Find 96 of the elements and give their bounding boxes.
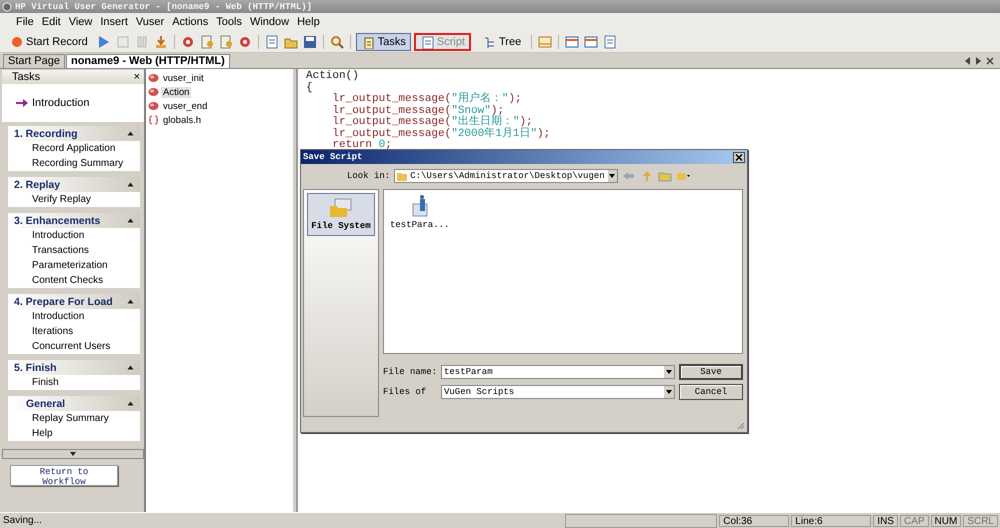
code-line: lr_output_message("2000年1月1日"); (331, 128, 552, 140)
places-item[interactable]: File System (307, 193, 375, 236)
window-title: HP Virtual User Generator - [noname9 - Web (HTTP/HTML)] (15, 2, 312, 12)
folder-monitor-icon (329, 198, 353, 218)
script-tree-item[interactable]: vuser_end (161, 100, 210, 112)
close-button-icon[interactable] (733, 152, 745, 162)
task-link[interactable]: Transactions (8, 243, 140, 258)
menu-item[interactable]: Insert (96, 16, 132, 28)
code-line: { (306, 82, 314, 94)
file-name-field[interactable]: testParam (441, 365, 675, 379)
new-script-icon[interactable] (264, 34, 280, 50)
collapse-icon[interactable] (127, 299, 134, 304)
dropdown-arrow-icon (609, 174, 616, 178)
menu-item[interactable]: Vuser (132, 16, 168, 28)
task-link[interactable]: Concurrent Users (8, 339, 140, 354)
braces-icon (148, 115, 159, 125)
scroll-right-icon[interactable] (975, 56, 982, 64)
window-icon[interactable] (564, 34, 580, 50)
code-line: lr_output_message("用户名："); (331, 94, 523, 105)
line-indicator: Line:6 (791, 514, 872, 526)
key-indicator: CAP (900, 514, 929, 526)
task-link[interactable]: Recording Summary (8, 156, 140, 171)
collapse-icon[interactable] (127, 365, 134, 370)
close-button[interactable]: × (134, 71, 140, 83)
save-icon[interactable] (302, 34, 318, 50)
task-link[interactable]: Introduction (8, 228, 140, 243)
dropdown-arrow-icon (666, 390, 672, 394)
menu-item[interactable]: File (12, 16, 38, 28)
script-tree-item[interactable]: globals.h (161, 114, 204, 126)
collapse-icon[interactable] (127, 218, 134, 223)
scroll-down-icon[interactable] (70, 452, 76, 456)
record-icon (11, 36, 23, 48)
start-record-button[interactable]: Start Record (6, 32, 93, 50)
menu-item[interactable]: Actions (168, 16, 212, 28)
action-icon (148, 73, 159, 83)
key-indicator: SCRL (963, 514, 998, 526)
code-line: return 0; (331, 140, 393, 152)
page-icon (420, 34, 434, 48)
document-tab[interactable]: noname9 - Web (HTTP/HTML) (66, 54, 230, 68)
search-icon[interactable] (328, 34, 345, 50)
folder-icon (397, 172, 408, 180)
resize-grip-icon[interactable] (737, 422, 745, 430)
menu-item[interactable]: Help (293, 16, 324, 28)
look-in-dropdown[interactable]: C:\Users\Administrator\Desktop\vugen (394, 169, 618, 183)
menu-item[interactable]: Window (246, 16, 294, 28)
field-label: Files of (383, 387, 428, 397)
collapse-icon[interactable] (127, 401, 134, 406)
field-label: File name: (383, 367, 437, 377)
task-link[interactable]: Replay Summary (8, 411, 140, 426)
task-link[interactable]: Introduction (8, 309, 140, 324)
file-name[interactable]: testPara... (390, 220, 450, 230)
copy-icon[interactable] (602, 34, 618, 50)
task-link[interactable]: Finish (8, 375, 140, 390)
menu-item[interactable]: View (64, 16, 96, 28)
task-link[interactable]: Introduction (32, 97, 90, 109)
save-button[interactable]: Save (679, 364, 743, 380)
code-line: lr_output_message("Snow"); (331, 106, 506, 116)
task-link[interactable]: Help (8, 426, 140, 441)
arrow-icon (16, 99, 28, 107)
collapse-icon[interactable] (127, 131, 134, 136)
task-link[interactable]: Record Application (8, 141, 140, 156)
dropdown-arrow-icon (666, 370, 672, 374)
close-icon[interactable] (986, 56, 994, 64)
panel-icon[interactable] (537, 34, 554, 50)
panel-title: Tasks (12, 71, 40, 83)
task-link[interactable]: Iterations (8, 324, 140, 339)
scroll-left-icon[interactable] (964, 56, 971, 64)
file-type-dropdown[interactable]: VuGen Scripts (441, 385, 675, 399)
key-indicator: INS (873, 514, 898, 526)
cancel-button[interactable]: Cancel (679, 384, 743, 400)
script-tree-item[interactable]: vuser_init (161, 72, 206, 84)
key-indicator: NUM (930, 514, 962, 526)
action-icon (148, 101, 159, 111)
task-link[interactable]: Verify Replay (8, 192, 140, 207)
status-message: Saving... (2, 514, 43, 526)
menu-item[interactable]: Tools (212, 16, 246, 28)
code-line: Action() (306, 71, 360, 82)
action-icon (148, 87, 159, 97)
collapse-icon[interactable] (127, 182, 134, 187)
script-file-icon (410, 194, 430, 218)
return-to-workflow-button[interactable]: Return to Workflow (10, 465, 118, 486)
menu-item[interactable]: Edit (38, 16, 65, 28)
code-line: lr_output_message("出生日期："); (331, 117, 534, 128)
column-indicator: Col:36 (719, 514, 790, 526)
task-link[interactable]: Parameterization (8, 258, 140, 273)
window-icon[interactable] (583, 34, 600, 50)
document-tab[interactable]: Start Page (3, 54, 65, 68)
view-tab-button[interactable]: Tree (477, 32, 526, 50)
tree-icon (482, 34, 496, 48)
task-link[interactable]: Content Checks (8, 273, 140, 288)
document-icon[interactable] (198, 34, 215, 50)
view-tab-button[interactable]: Tasks (356, 32, 411, 50)
field-label: Look in: (347, 171, 390, 181)
dialog-title: Save Script (303, 152, 362, 162)
script-tree-item[interactable]: Action (161, 86, 192, 98)
document-icon[interactable] (218, 34, 234, 50)
